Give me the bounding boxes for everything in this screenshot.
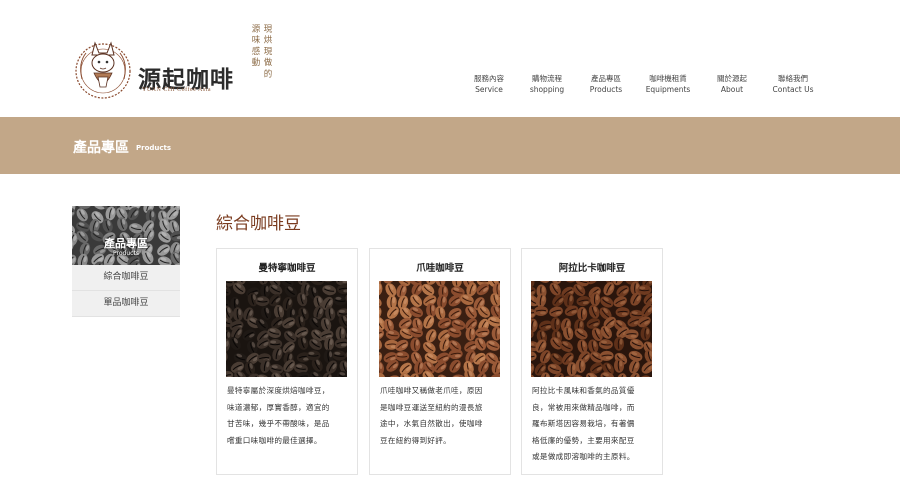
cat-logo-icon[interactable] xyxy=(72,33,134,103)
brand-english-name: YUAN CHI Coffee Asia xyxy=(142,87,212,93)
product-description-line: 或是做成即溶咖啡的主原料。 xyxy=(532,452,635,461)
nav-label-en: shopping xyxy=(529,85,565,94)
nav-label-en: About xyxy=(720,85,744,94)
product-description: 阿拉比卡風味和香氣的品質優 良，常被用來做精品咖啡，而 羅布斯塔因容易栽培，有著… xyxy=(532,383,654,466)
product-description-line: 豆在紐約得到好評。 xyxy=(380,435,452,445)
product-description-line: 阿拉比卡風味和香氣的品質優 xyxy=(532,386,635,395)
product-title[interactable]: 爪哇咖啡豆 xyxy=(370,260,510,274)
site-header: 源起咖啡 YUAN CHI Coffee Asia 源 味 感 動 現 烘 現 … xyxy=(0,0,900,117)
product-image[interactable] xyxy=(379,281,500,377)
banner-subtitle: Products xyxy=(136,144,172,152)
sidebar-hero-title: 產品專區 xyxy=(104,237,148,250)
nav-label-en: Contact Us xyxy=(772,85,814,94)
slogan-line-1: 源 味 感 動 xyxy=(250,24,260,67)
product-description: 曼特寧屬於深度烘焙咖啡豆， 味道濃郁，厚實香醇，適宜的 甘苦味，幾乎不帶酸味，是… xyxy=(227,383,349,449)
sidebar-item-single-origin-beans[interactable]: 單品咖啡豆 xyxy=(72,291,180,317)
nav-label-en: Service xyxy=(475,85,503,94)
product-title[interactable]: 曼特寧咖啡豆 xyxy=(217,260,357,274)
product-description: 爪哇咖啡又稱做老爪哇，原因 是咖啡豆運送至紐約的漫長旅 途中，水氣自然散出，使咖… xyxy=(380,383,502,449)
nav-products[interactable]: 產品專區 Products xyxy=(576,73,636,95)
product-description-line: 是咖啡豆運送至紐約的漫長旅 xyxy=(380,402,483,412)
section-title: 綜合咖啡豆 xyxy=(216,214,301,234)
nav-service[interactable]: 服務內容 Service xyxy=(459,73,519,95)
nav-label-cn: 聯絡我們 xyxy=(778,74,808,83)
product-description-line: 味道濃郁，厚實香醇，適宜的 xyxy=(227,402,330,412)
page-banner: 產品專區 Products xyxy=(0,117,900,174)
nav-label-cn: 產品專區 xyxy=(591,74,621,83)
nav-label-en: Equipments xyxy=(645,85,691,94)
nav-contact[interactable]: 聯絡我們 Contact Us xyxy=(763,73,823,95)
product-description-line: 爪哇咖啡又稱做老爪哇，原因 xyxy=(380,386,483,395)
nav-equipments[interactable]: 咖啡機租賃 Equipments xyxy=(638,73,698,95)
nav-label-en: Products xyxy=(589,85,623,94)
product-description-line: 甘苦味，幾乎不帶酸味，是品 xyxy=(227,419,330,428)
sidebar-hero-image: 產品專區 Products xyxy=(72,206,180,265)
product-description-line: 曼特寧屬於深度烘焙咖啡豆， xyxy=(227,386,330,395)
nav-shopping[interactable]: 購物流程 shopping xyxy=(517,73,577,95)
product-card[interactable]: 曼特寧咖啡豆 曼特寧屬於深度烘焙咖啡豆， 味道濃郁，厚實香醇，適宜的 甘苦味，幾… xyxy=(216,248,358,475)
nav-about[interactable]: 關於源起 About xyxy=(702,73,762,95)
product-card[interactable]: 爪哇咖啡豆 爪哇咖啡又稱做老爪哇，原因 是咖啡豆運送至紐約的漫長旅 途中，水氣自… xyxy=(369,248,511,475)
nav-label-cn: 咖啡機租賃 xyxy=(649,74,687,83)
nav-label-cn: 購物流程 xyxy=(532,74,562,83)
product-title[interactable]: 阿拉比卡咖啡豆 xyxy=(522,260,662,274)
slogan-line-2: 現 烘 現 做 的 xyxy=(262,24,272,78)
sidebar-item-blend-beans[interactable]: 綜合咖啡豆 xyxy=(72,265,180,291)
product-image[interactable] xyxy=(226,281,347,377)
product-card[interactable]: 阿拉比卡咖啡豆 阿拉比卡風味和香氣的品質優 良，常被用來做精品咖啡，而 羅布斯塔… xyxy=(521,248,663,475)
banner-title: 產品專區 xyxy=(73,140,129,156)
product-description-line: 嚐重口味咖啡的最佳選擇。 xyxy=(227,435,322,445)
nav-label-cn: 服務內容 xyxy=(474,74,504,83)
product-description-line: 格低廉的優勢，主要用來配豆 xyxy=(532,435,635,445)
product-description-line: 途中，水氣自然散出，使咖啡 xyxy=(380,419,483,428)
nav-label-cn: 關於源起 xyxy=(717,74,747,83)
product-description-line: 良，常被用來做精品咖啡，而 xyxy=(532,402,635,412)
product-description-line: 羅布斯塔因容易栽培，有著價 xyxy=(532,419,635,428)
sidebar-hero-subtitle: Products xyxy=(113,250,139,257)
product-image[interactable] xyxy=(531,281,652,377)
